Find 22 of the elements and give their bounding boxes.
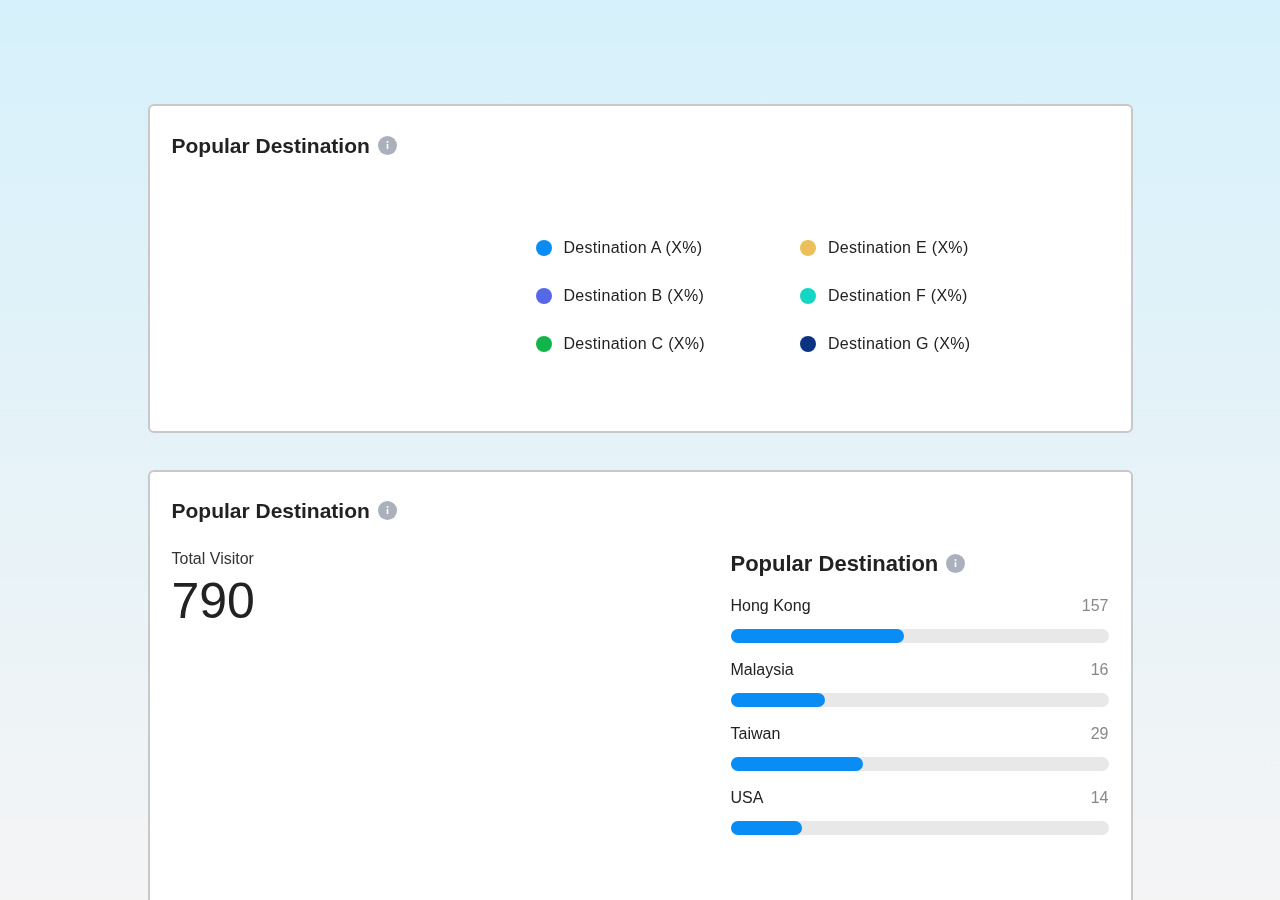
info-icon xyxy=(377,136,397,156)
card-title: Popular Destination xyxy=(730,549,939,578)
destination-name: USA xyxy=(730,787,764,808)
destination-name: Hong Kong xyxy=(730,595,811,616)
legend-label: Destination B (X%) xyxy=(563,285,705,306)
visitor-count: 14 xyxy=(1090,787,1109,808)
legend-label: Destination G (X%) xyxy=(827,333,971,354)
destination-name: Malaysia xyxy=(730,659,794,680)
destination-name: Taiwan xyxy=(730,723,781,744)
total-label: Total Visitor xyxy=(171,548,255,569)
card-title: Popular Destination xyxy=(171,133,370,159)
card-title: Popular Destination xyxy=(171,498,370,524)
visitor-count: 29 xyxy=(1090,723,1109,744)
legend-label: Destination F (X%) xyxy=(827,285,968,306)
legend-label: Destination E (X%) xyxy=(827,237,969,258)
total-value: 790 xyxy=(171,571,255,631)
legend-label: Destination A (X%) xyxy=(563,237,703,258)
visitor-count: 157 xyxy=(1081,595,1109,616)
legend-label: Destination C (X%) xyxy=(563,333,705,354)
visitor-count: 16 xyxy=(1090,659,1109,680)
info-icon xyxy=(946,553,966,573)
info-icon xyxy=(377,501,397,521)
